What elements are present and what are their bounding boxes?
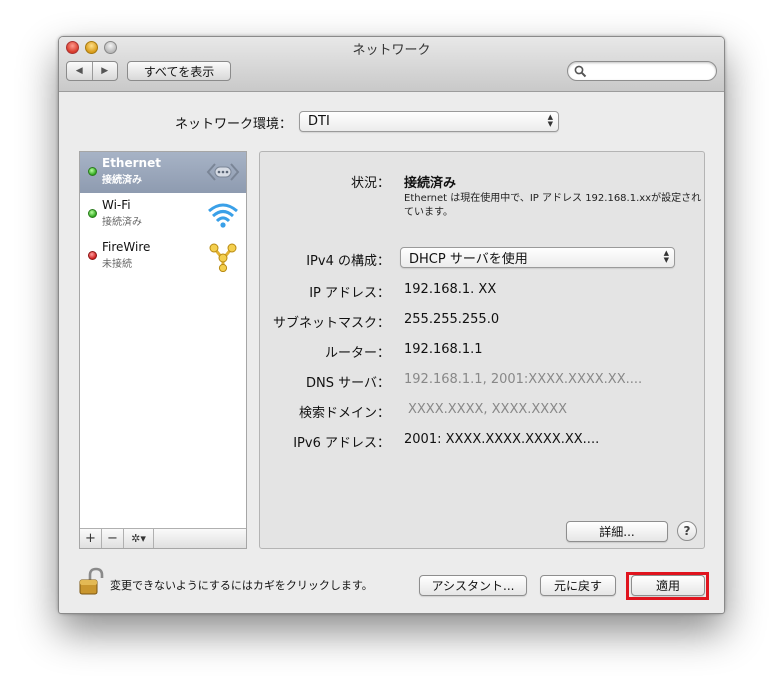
location-popup[interactable]: DTI ▲ ▼ <box>299 111 559 132</box>
service-item-ethernet[interactable]: Ethernet 接続済み <box>80 152 246 193</box>
ipv4-config-popup[interactable]: DHCP サーバを使用 ▲ ▼ <box>400 247 675 268</box>
service-item-wifi[interactable]: Wi-Fi 接続済み <box>80 194 246 235</box>
status-label: 状況： <box>350 176 390 191</box>
router-label: ルーター： <box>324 346 390 361</box>
apply-button-highlight-box <box>626 572 709 600</box>
service-list: Ethernet 接続済み Wi-Fi 接続済み FireWire 未接続 + … <box>79 151 247 549</box>
status-value: 接続済み <box>404 176 457 191</box>
forward-arrow-icon: ▶ <box>101 66 109 76</box>
back-arrow-icon: ◀ <box>75 66 83 76</box>
advanced-button[interactable]: 詳細... <box>566 521 668 542</box>
dns-server-value: 192.168.1.1, 2001:XXXX.XXXX.XX.... <box>404 372 643 387</box>
status-dot-disconnected <box>88 251 97 260</box>
status-description: Ethernet は現在使用中で、IP アドレス 192.168.1.xxが設定… <box>404 193 702 218</box>
subnet-mask-label: サブネットマスク： <box>272 316 390 331</box>
popup-arrows-icon: ▲ ▼ <box>547 113 553 128</box>
help-button[interactable]: ? <box>677 521 697 541</box>
router-value: 192.168.1.1 <box>404 342 483 357</box>
search-icon <box>574 65 587 78</box>
title-bar: ネットワーク ◀ ▶ すべてを表示 <box>59 37 724 92</box>
ipv4-config-label: IPv4 の構成： <box>306 254 390 269</box>
assistant-button[interactable]: アシスタント... <box>419 575 527 596</box>
add-service-button[interactable]: + <box>80 529 102 548</box>
service-status: 接続済み <box>102 217 142 228</box>
network-preferences-window: ネットワーク ◀ ▶ すべてを表示 ネットワーク環境： DTI ▲ ▼ Ether… <box>58 36 725 614</box>
search-input[interactable] <box>567 61 717 81</box>
show-all-button[interactable]: すべてを表示 <box>127 61 231 81</box>
ip-address-value: 192.168.1. XX <box>404 282 497 297</box>
forward-button[interactable]: ▶ <box>91 62 118 80</box>
dns-server-label: DNS サーバ： <box>306 376 390 391</box>
lock-instruction-text: 変更できないようにするにはカギをクリックします。 <box>110 579 373 592</box>
subnet-mask-value: 255.255.255.0 <box>404 312 500 327</box>
service-status: 接続済み <box>102 175 142 186</box>
status-dot-connected <box>88 209 97 218</box>
service-list-toolbar: + − ✲▾ <box>80 528 246 548</box>
ipv4-config-value: DHCP サーバを使用 <box>409 252 528 267</box>
back-button[interactable]: ◀ <box>67 62 92 80</box>
wifi-icon <box>208 203 238 228</box>
search-domain-value: XXXX.XXXX, XXXX.XXXX <box>408 402 568 417</box>
ip-address-label: IP アドレス： <box>309 286 390 301</box>
revert-button[interactable]: 元に戻す <box>540 575 616 596</box>
location-value: DTI <box>308 114 330 129</box>
search-domain-label: 検索ドメイン： <box>298 406 390 421</box>
action-menu-gear-icon[interactable]: ✲▾ <box>124 529 154 548</box>
service-details-panel: 状況： 接続済み Ethernet は現在使用中で、IP アドレス 192.16… <box>259 151 705 549</box>
ethernet-arrows-icon <box>206 163 240 181</box>
service-name: Ethernet <box>102 156 161 170</box>
ipv6-address-value: 2001: XXXX.XXXX.XXXX.XX.... <box>404 432 600 447</box>
ipv6-address-label: IPv6 アドレス： <box>293 436 390 451</box>
lock-icon[interactable] <box>77 567 105 597</box>
service-item-firewire[interactable]: FireWire 未接続 <box>80 236 246 277</box>
service-status: 未接続 <box>102 259 132 270</box>
back-forward-control: ◀ ▶ <box>66 61 118 81</box>
service-name: FireWire <box>102 240 151 254</box>
service-name: Wi-Fi <box>102 198 131 212</box>
window-title: ネットワーク <box>352 43 431 58</box>
status-dot-connected <box>88 167 97 176</box>
location-label: ネットワーク環境： <box>175 117 293 132</box>
remove-service-button[interactable]: − <box>102 529 124 548</box>
firewire-icon <box>209 243 237 272</box>
popup-arrows-icon: ▲ ▼ <box>663 249 669 264</box>
